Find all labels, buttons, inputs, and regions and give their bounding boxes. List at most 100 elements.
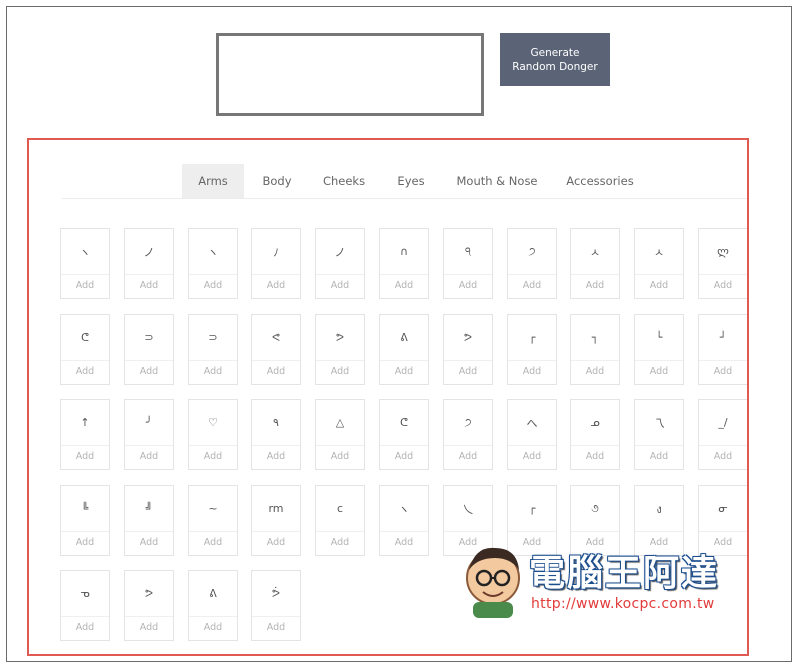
add-button[interactable]: Add: [316, 530, 364, 555]
arm-glyph: ᕕ: [380, 315, 428, 361]
add-button[interactable]: Add: [61, 444, 109, 469]
add-button[interactable]: Add: [125, 444, 173, 469]
add-button[interactable]: Add: [252, 530, 300, 555]
add-button[interactable]: Add: [189, 444, 237, 469]
tab-accessories[interactable]: Accessories: [560, 164, 640, 198]
add-button[interactable]: Add: [189, 615, 237, 640]
add-button[interactable]: Add: [316, 444, 364, 469]
add-button[interactable]: Add: [61, 530, 109, 555]
donger-part-cell: ┘ Add: [698, 314, 747, 385]
donger-part-cell: ᓀ Add: [60, 570, 110, 641]
add-button[interactable]: Add: [252, 444, 300, 469]
add-button[interactable]: Add: [380, 359, 428, 384]
donger-part-cell: ᕦ Add: [60, 314, 110, 385]
donger-part-cell: ┌ Add: [507, 485, 557, 556]
add-button[interactable]: Add: [252, 615, 300, 640]
add-button[interactable]: Add: [189, 273, 237, 298]
add-button[interactable]: Add: [125, 273, 173, 298]
arm-glyph: ૭: [571, 486, 619, 532]
tab-eyes[interactable]: Eyes: [386, 164, 436, 198]
donger-output-box[interactable]: [216, 33, 484, 116]
add-button[interactable]: Add: [61, 359, 109, 384]
add-button[interactable]: Add: [508, 444, 556, 469]
donger-part-cell: △ Add: [315, 399, 365, 470]
add-button[interactable]: Add: [444, 530, 492, 555]
add-button[interactable]: Add: [316, 359, 364, 384]
add-button[interactable]: Add: [444, 359, 492, 384]
add-button[interactable]: Add: [252, 273, 300, 298]
add-button[interactable]: Add: [508, 273, 556, 298]
donger-part-cell: _/Add: [698, 399, 747, 470]
donger-part-cell: ᕙ Add: [251, 314, 301, 385]
arm-glyph: ᕕ: [189, 571, 237, 617]
donger-part-cell: 乁 Add: [634, 399, 684, 470]
add-button[interactable]: Add: [444, 444, 492, 469]
arm-glyph: 乀: [444, 486, 492, 532]
arm-glyph: ᓂ: [699, 486, 747, 532]
add-button[interactable]: Add: [316, 273, 364, 298]
add-button[interactable]: Add: [189, 530, 237, 555]
arm-glyph: ᕙ: [252, 315, 300, 361]
tab-arms[interactable]: Arms: [182, 164, 244, 198]
add-button[interactable]: Add: [571, 359, 619, 384]
add-button[interactable]: Add: [571, 530, 619, 555]
donger-part-cell: ♡ Add: [188, 399, 238, 470]
add-button[interactable]: Add: [125, 359, 173, 384]
donger-part-cell: ⊃ Add: [188, 314, 238, 385]
arm-glyph: ੭: [444, 400, 492, 446]
add-button[interactable]: Add: [444, 273, 492, 298]
add-button[interactable]: Add: [699, 530, 747, 555]
arm-glyph: ╝: [125, 486, 173, 532]
donger-part-cell: ᓄ Add: [570, 399, 620, 470]
add-button[interactable]: Add: [380, 444, 428, 469]
donger-part-cell: ᓂ Add: [698, 485, 747, 556]
tab-body[interactable]: Body: [249, 164, 305, 198]
arm-glyph: ٩: [252, 400, 300, 446]
arm-glyph: ᓀ: [61, 571, 109, 617]
add-button[interactable]: Add: [635, 444, 683, 469]
arm-glyph: _/: [699, 400, 747, 446]
add-button[interactable]: Add: [571, 273, 619, 298]
arm-glyph: ノ: [125, 229, 173, 275]
donger-part-cell: ㅅ Add: [570, 228, 620, 299]
arm-glyph: ᕗ: [316, 315, 364, 361]
donger-part-cell: ヽ Add: [188, 228, 238, 299]
add-button[interactable]: Add: [125, 530, 173, 555]
donger-part-cell: ㅅ Add: [634, 228, 684, 299]
arm-glyph: 乁: [635, 400, 683, 446]
add-button[interactable]: Add: [635, 359, 683, 384]
arm-glyph: ┌: [508, 486, 556, 532]
donger-part-cell: ╚ Add: [60, 485, 110, 556]
donger-part-cell: ᕕ Add: [188, 570, 238, 641]
add-button[interactable]: Add: [635, 530, 683, 555]
add-button[interactable]: Add: [699, 444, 747, 469]
add-button[interactable]: Add: [61, 273, 109, 298]
add-button[interactable]: Add: [380, 273, 428, 298]
add-button[interactable]: Add: [252, 359, 300, 384]
donger-part-cell: ᕕ Add: [379, 314, 429, 385]
add-button[interactable]: Add: [61, 615, 109, 640]
add-button[interactable]: Add: [380, 530, 428, 555]
arm-glyph: ﾉ: [252, 229, 300, 275]
tab-cheeks[interactable]: Cheeks: [316, 164, 372, 198]
add-button[interactable]: Add: [571, 444, 619, 469]
donger-part-cell: ╯ Add: [124, 399, 174, 470]
add-button[interactable]: Add: [508, 359, 556, 384]
arm-glyph: ↑: [61, 400, 109, 446]
donger-part-cell: ~ Add: [188, 485, 238, 556]
donger-part-cell: ╝ Add: [124, 485, 174, 556]
add-button[interactable]: Add: [508, 530, 556, 555]
donger-part-cell: 乀 Add: [443, 485, 493, 556]
arm-glyph: ง: [635, 486, 683, 532]
tab-mouth-nose[interactable]: Mouth & Nose: [452, 164, 542, 198]
add-button[interactable]: Add: [189, 359, 237, 384]
add-button[interactable]: Add: [699, 273, 747, 298]
add-button[interactable]: Add: [699, 359, 747, 384]
arm-glyph: ੧: [444, 229, 492, 275]
add-button[interactable]: Add: [635, 273, 683, 298]
add-button[interactable]: Add: [125, 615, 173, 640]
arm-glyph: ノ: [316, 229, 364, 275]
arm-glyph: △: [316, 400, 364, 446]
generate-random-donger-button[interactable]: Generate Random Donger: [500, 33, 610, 86]
arm-glyph: ᕦ: [380, 400, 428, 446]
